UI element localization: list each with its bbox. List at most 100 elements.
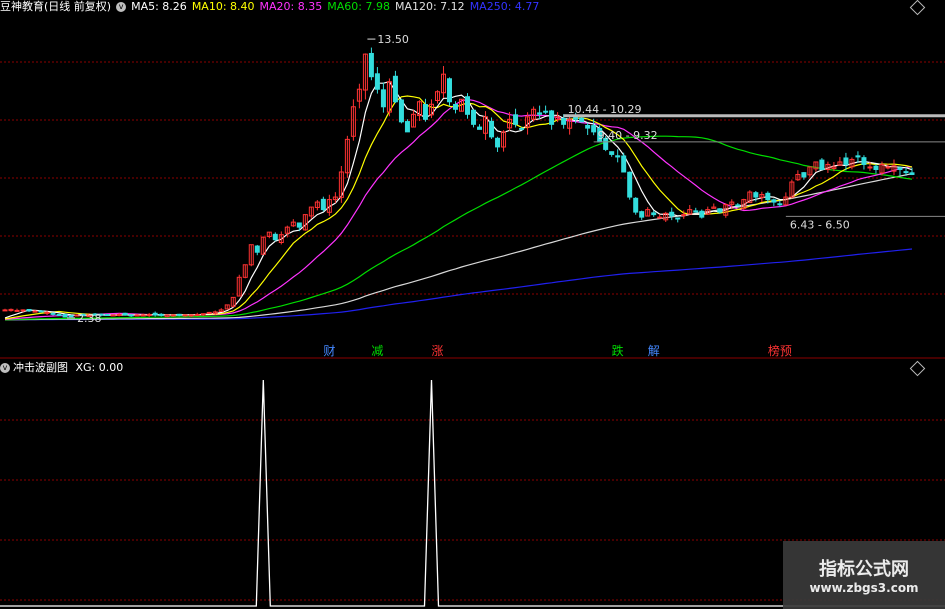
ma20-line xyxy=(4,98,913,320)
candle-body xyxy=(404,121,410,133)
candle-body xyxy=(182,314,188,317)
candle-body xyxy=(513,114,519,125)
price-range-label: 10.44 - 10.29 xyxy=(568,103,642,116)
event-tag: 涨 xyxy=(431,343,443,358)
chart-canvas: 13.50 2.38 10.44 - 10.29 9.40 - 9.32 6.43 - … xyxy=(0,33,945,607)
candle-body xyxy=(867,166,873,169)
candle-body xyxy=(20,309,26,312)
candle-body xyxy=(170,314,176,317)
event-tag: 跌 xyxy=(612,343,624,358)
candle-body xyxy=(471,109,477,125)
candle-body xyxy=(585,124,591,129)
event-tag: 榜预 xyxy=(768,343,792,358)
candle-body xyxy=(176,313,182,316)
candle-body xyxy=(681,214,687,217)
candle-body xyxy=(2,309,8,312)
candle-body xyxy=(398,99,404,123)
candle-body xyxy=(44,311,50,314)
candle-body xyxy=(543,110,549,113)
candle-body xyxy=(62,314,68,318)
candle-body xyxy=(320,198,326,211)
watermark: 指标公式网 www.zbgs3.com xyxy=(783,541,945,609)
candle-body xyxy=(56,313,62,316)
event-tags: 财 减 涨 跌 解 榜预 xyxy=(323,343,792,358)
candle-body xyxy=(669,211,675,217)
candle-body xyxy=(819,159,825,170)
candle-body xyxy=(200,313,206,316)
candle-body xyxy=(380,89,386,108)
chevron-down-icon[interactable]: v xyxy=(0,363,10,373)
chart-title: 豆神教育(日线 前复权) xyxy=(0,0,112,13)
ma-label: MA120: 7.12 xyxy=(394,0,465,13)
candle-body xyxy=(477,126,483,130)
candle-body xyxy=(446,78,452,103)
candle-body xyxy=(134,314,140,317)
candle-body xyxy=(735,204,741,207)
ma-label: MA5: 8.26 xyxy=(131,0,187,13)
candle-body xyxy=(579,117,585,123)
indicator-title: 冲击波副图 xyxy=(13,361,68,374)
ma120-line xyxy=(4,173,913,321)
ma-label: MA60: 7.98 xyxy=(327,0,390,13)
event-tag: 减 xyxy=(371,344,383,358)
candle-body xyxy=(873,165,879,170)
candle-body xyxy=(693,210,699,213)
candle-body xyxy=(615,155,621,158)
candle-body xyxy=(26,308,32,312)
candle-body xyxy=(843,157,849,165)
candle-body xyxy=(621,155,627,173)
event-tag: 解 xyxy=(648,344,660,358)
candle-body xyxy=(699,210,705,218)
candle-body xyxy=(537,112,543,115)
ma-label: MA20: 8.35 xyxy=(259,0,323,13)
candle-body xyxy=(777,203,783,206)
candle-body xyxy=(591,125,597,133)
candle-body xyxy=(885,166,891,169)
watermark-title: 指标公式网 xyxy=(819,559,909,580)
candle-body xyxy=(152,312,158,316)
candle-body xyxy=(38,310,44,313)
chevron-down-icon[interactable]: v xyxy=(116,2,127,12)
candle-body xyxy=(651,212,657,216)
candle-body xyxy=(50,312,56,315)
candle-body xyxy=(392,75,398,103)
candle-body xyxy=(122,312,128,316)
candle-body xyxy=(519,127,525,130)
candle-body xyxy=(801,172,807,178)
price-mark-label: 13.50 xyxy=(377,33,409,46)
event-tag: 财 xyxy=(323,344,335,358)
candle-body xyxy=(104,314,110,317)
ma-label: MA250: 4.77 xyxy=(469,0,540,13)
candle-body xyxy=(128,314,134,317)
candle-body xyxy=(561,117,567,125)
candle-body xyxy=(14,309,20,312)
candle-body xyxy=(627,171,633,198)
candle-body xyxy=(68,315,74,318)
candle-body xyxy=(374,73,380,90)
candle-body xyxy=(861,157,867,165)
candle-body xyxy=(194,313,200,316)
price-panel-header: 豆神教育(日线 前复权) v MA5: 8.26 MA10: 8.40 MA20: 8.… xyxy=(0,0,549,14)
candle-body xyxy=(771,199,777,203)
candle-body xyxy=(452,103,458,110)
price-range-label: 6.43 - 6.50 xyxy=(790,218,850,231)
candle-body xyxy=(765,192,771,201)
candle-body xyxy=(897,167,903,170)
candle-body xyxy=(206,311,212,314)
candle-body xyxy=(633,197,639,213)
candle-body xyxy=(32,310,38,313)
candle-body xyxy=(909,172,915,175)
candle-body xyxy=(140,314,146,317)
price-range-label: 9.40 - 9.32 xyxy=(598,129,658,142)
candle-body xyxy=(296,222,302,228)
candle-body xyxy=(188,314,194,317)
candle-body xyxy=(495,137,501,148)
candle-body xyxy=(855,155,861,158)
indicator-value: XG: 0.00 xyxy=(75,361,124,374)
candle-body xyxy=(639,211,645,218)
candle-body xyxy=(609,151,615,155)
candle-body xyxy=(489,120,495,138)
ma60-line xyxy=(4,135,913,321)
indicator-panel-header: v 冲击波副图 XG: 0.00 xyxy=(0,361,123,375)
candle-body xyxy=(903,171,909,174)
